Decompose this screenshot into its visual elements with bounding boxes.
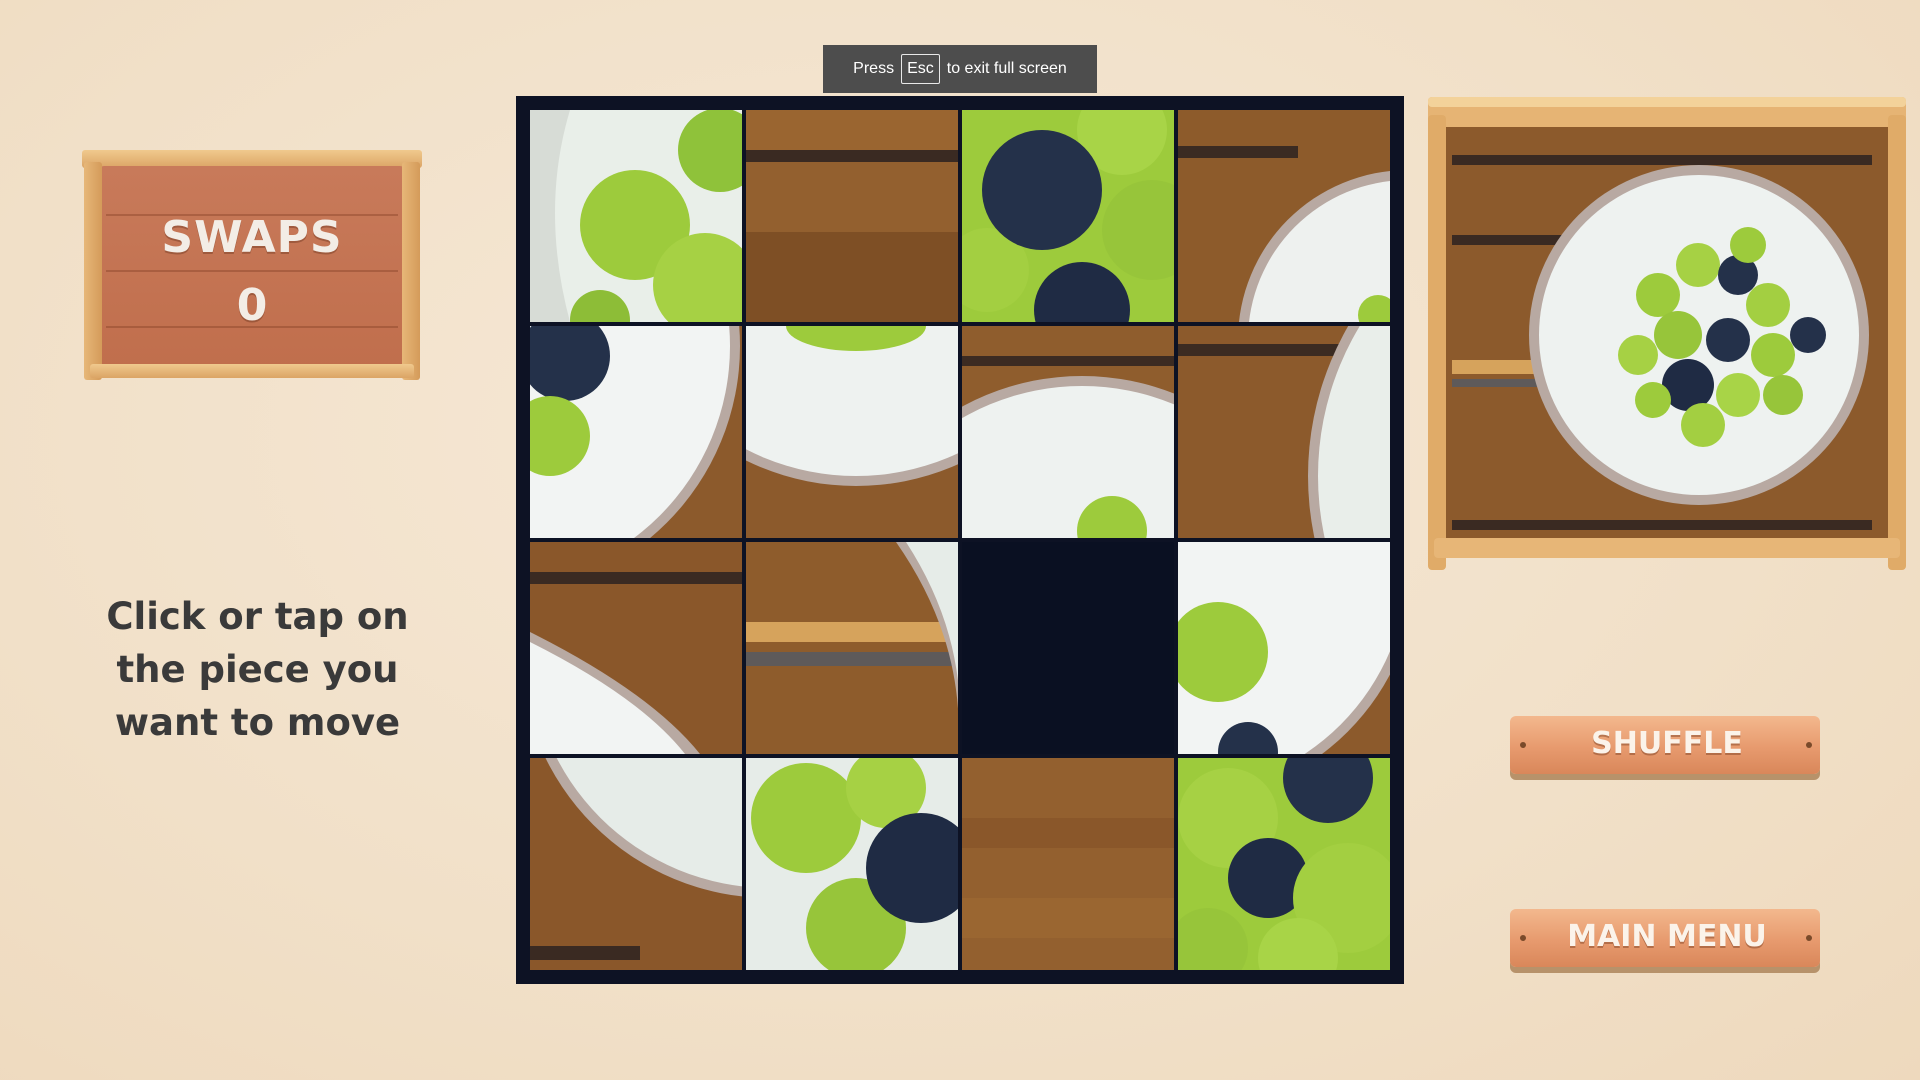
puzzle-tile[interactable] bbox=[1178, 758, 1390, 970]
esc-key: Esc bbox=[901, 54, 940, 84]
puzzle-tile[interactable] bbox=[1178, 326, 1390, 538]
swaps-board bbox=[100, 166, 404, 372]
swaps-title: SWAPS bbox=[161, 212, 343, 263]
fullscreen-toast: Press Esc to exit full screen bbox=[823, 45, 1097, 93]
puzzle-tile[interactable] bbox=[746, 542, 958, 754]
puzzle-tile[interactable] bbox=[746, 110, 958, 322]
empty-slot bbox=[962, 542, 1174, 754]
shuffle-label: SHUFFLE bbox=[1591, 726, 1743, 761]
toast-press: Press bbox=[853, 60, 895, 77]
main-menu-label: MAIN MENU bbox=[1567, 919, 1767, 954]
puzzle-tile[interactable] bbox=[746, 758, 958, 970]
instructions-text: Click or tap on the piece you want to mo… bbox=[106, 595, 409, 744]
puzzle-tile[interactable] bbox=[530, 326, 742, 538]
preview-image bbox=[1428, 97, 1906, 570]
puzzle-board bbox=[516, 96, 1404, 984]
shuffle-button[interactable]: SHUFFLE bbox=[1510, 712, 1824, 782]
puzzle-tile[interactable] bbox=[962, 110, 1174, 322]
puzzle-tile[interactable] bbox=[962, 758, 1174, 970]
toast-suffix: to exit full screen bbox=[946, 60, 1067, 77]
puzzle-tile[interactable] bbox=[530, 542, 742, 754]
reference-preview bbox=[1428, 95, 1906, 570]
puzzle-tile[interactable] bbox=[530, 110, 742, 322]
puzzle-tile[interactable] bbox=[1178, 110, 1390, 322]
puzzle-tile[interactable] bbox=[1178, 542, 1390, 754]
swaps-counter: 0 bbox=[236, 280, 268, 331]
swaps-panel: SWAPS 0 bbox=[82, 150, 422, 380]
puzzle-tile[interactable] bbox=[530, 758, 742, 970]
puzzle-tile[interactable] bbox=[962, 326, 1174, 538]
main-menu-button[interactable]: MAIN MENU bbox=[1510, 905, 1824, 975]
puzzle-tile[interactable] bbox=[746, 326, 958, 538]
